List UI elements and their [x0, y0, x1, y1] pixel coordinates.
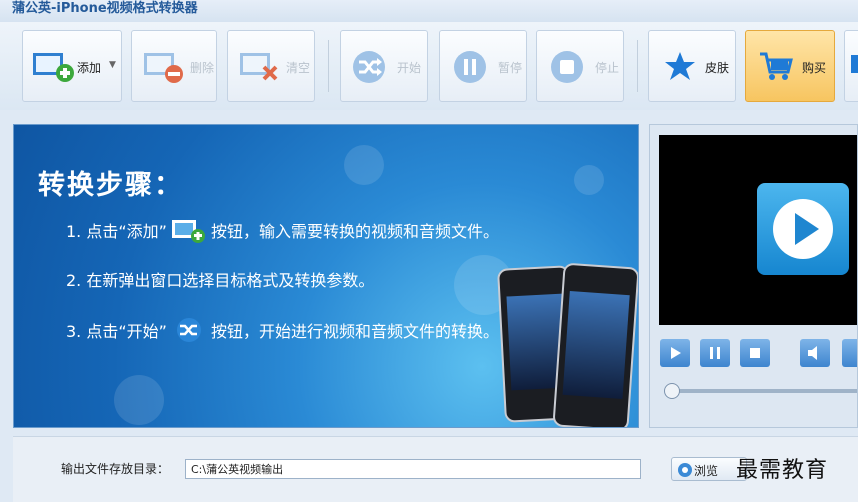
fullscreen-button[interactable]: [842, 339, 857, 367]
conversion-steps-panel: 转换步骤： 1. 点击“添加” 按钮，输入需要转换的视频和音频文件。 2. 在新弹…: [13, 124, 639, 428]
stop-label: 停止: [595, 61, 620, 75]
chevron-down-icon[interactable]: ▼: [109, 60, 116, 70]
stop-button[interactable]: [740, 339, 770, 367]
step-2: 2. 在新弹出窗口选择目标格式及转换参数。: [66, 271, 375, 290]
bokeh: [114, 375, 164, 425]
start-label: 开始: [397, 61, 422, 75]
shuffle-icon: [176, 318, 201, 342]
play-icon[interactable]: [757, 183, 849, 275]
clear-list-icon: [240, 53, 278, 81]
output-dir-label: 输出文件存放目录：: [61, 462, 170, 476]
delete-button[interactable]: 删除: [131, 30, 217, 102]
buy-label: 购买: [802, 61, 827, 75]
toolbar: 添加 ▼ 删除 清空 开始 暂停 停止 皮肤 购买: [0, 22, 858, 110]
stop-icon: [551, 51, 583, 83]
skin-label: 皮肤: [705, 61, 730, 75]
slider-handle[interactable]: [664, 383, 680, 399]
title-bar: 蒲公英-iPhone视频格式转换器: [0, 0, 858, 22]
steps-heading: 转换步骤：: [38, 170, 183, 201]
shopping-cart-icon: [760, 52, 793, 80]
step-1-text-b: 按钮，输入需要转换的视频和音频文件。: [210, 222, 499, 241]
star-icon: [665, 52, 695, 80]
toolbar-divider: [637, 40, 638, 92]
watermark: 最需教育: [736, 458, 829, 483]
more-button[interactable]: [844, 30, 858, 102]
add-video-icon: [171, 220, 205, 243]
bokeh: [344, 145, 384, 185]
progress-slider[interactable]: [668, 389, 857, 393]
pause-button[interactable]: [700, 339, 730, 367]
volume-button[interactable]: [800, 339, 830, 367]
step-3-text-b: 按钮，开始进行视频和音频文件的转换。: [210, 322, 499, 341]
browse-label: 浏览: [694, 464, 719, 478]
pause-label: 暂停: [498, 61, 523, 75]
buy-button[interactable]: 购买: [745, 30, 835, 102]
delete-video-icon: [144, 53, 183, 83]
video-preview-panel: [649, 124, 858, 428]
toolbar-divider: [328, 40, 329, 92]
step-1: 1. 点击“添加” 按钮，输入需要转换的视频和音频文件。: [66, 217, 499, 243]
clear-button[interactable]: 清空: [227, 30, 315, 102]
play-button[interactable]: [660, 339, 690, 367]
add-label: 添加: [77, 61, 102, 75]
add-button[interactable]: 添加 ▼: [22, 30, 122, 102]
window-title: 蒲公英-iPhone视频格式转换器: [12, 1, 198, 16]
delete-label: 删除: [190, 61, 215, 75]
step-1-text-a: 1. 点击“添加”: [66, 222, 167, 241]
output-dir-input[interactable]: C:\蒲公英视频输出: [185, 459, 641, 479]
skin-button[interactable]: 皮肤: [648, 30, 736, 102]
add-video-icon: [33, 53, 74, 82]
stop-button[interactable]: 停止: [536, 30, 624, 102]
clear-label: 清空: [286, 61, 311, 75]
more-icon: [851, 55, 858, 73]
step-3-text-a: 3. 点击“开始”: [66, 322, 167, 341]
start-button[interactable]: 开始: [340, 30, 428, 102]
video-screen: [659, 135, 857, 325]
pause-icon: [454, 51, 486, 83]
step-3: 3. 点击“开始” 按钮，开始进行视频和音频文件的转换。: [66, 317, 499, 343]
pause-button[interactable]: 暂停: [439, 30, 527, 102]
bokeh: [574, 165, 604, 195]
shuffle-icon: [353, 51, 385, 83]
output-settings-bar: 输出文件存放目录： C:\蒲公英视频输出 浏览: [13, 436, 858, 502]
gear-icon: [678, 463, 692, 477]
iphone-image: [552, 262, 638, 427]
